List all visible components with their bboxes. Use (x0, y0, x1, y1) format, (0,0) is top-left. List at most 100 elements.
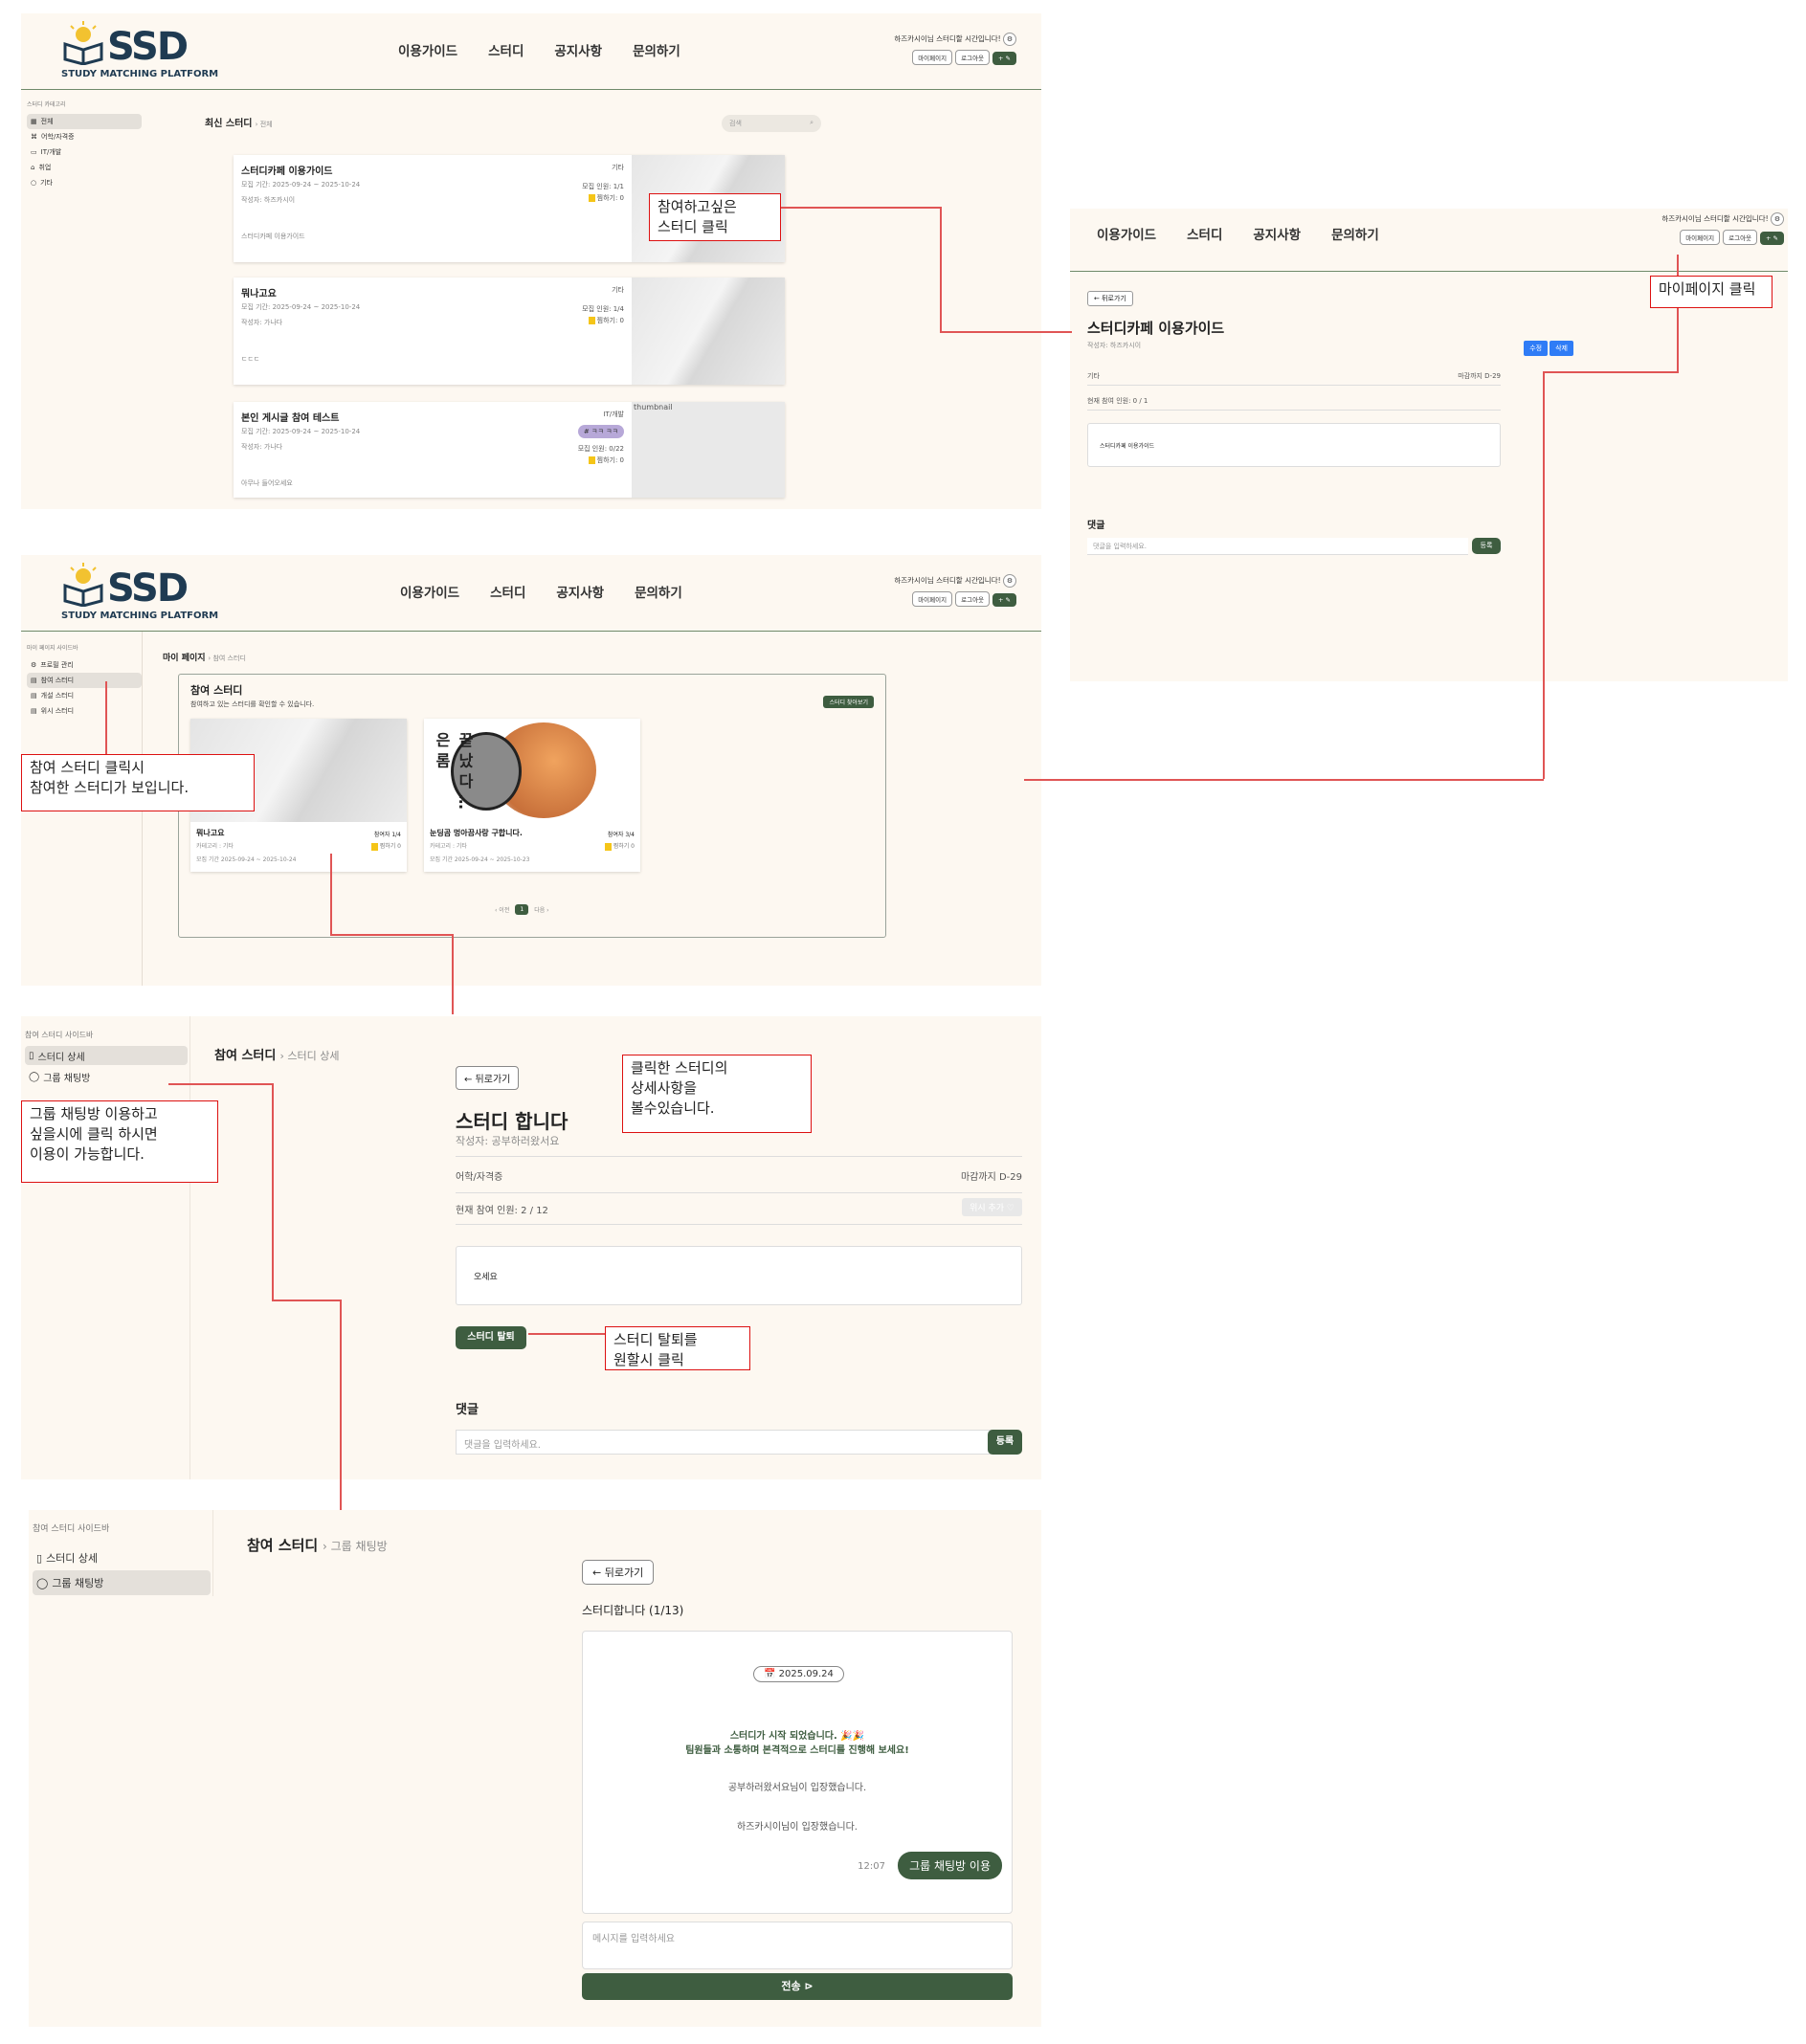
back-button[interactable]: ← 뒤로가기 (582, 1560, 655, 1585)
comment-register-button[interactable]: 등록 (988, 1430, 1022, 1455)
delete-button[interactable]: 삭제 (1550, 341, 1573, 356)
sidebar-item-label: 기타 (40, 179, 53, 187)
message-input[interactable]: 메시지를 입력하세요 (582, 1922, 1013, 1969)
bookmark-icon[interactable] (604, 842, 612, 851)
sidebar-item-chat[interactable]: ◯ 그룹 채팅방 (33, 1570, 211, 1595)
nav-guide[interactable]: 이용가이드 (400, 582, 459, 601)
main-nav: 이용가이드 스터디 공지사항 문의하기 (400, 582, 682, 601)
group-chat-screen: 참여 스터디 사이드바 ▯ 스터디 상세 ◯ 그룹 채팅방 참여 스터디 › 그룹 … (29, 1510, 1041, 2027)
mypage-button[interactable]: 마이페이지 (912, 50, 953, 65)
sidebar-item-chat[interactable]: ◯ 그룹 채팅방 (25, 1065, 188, 1088)
logout-button[interactable]: 로그아웃 (955, 591, 991, 607)
logo-text: SSD (107, 25, 189, 69)
joined-sidebar: 참여 스터디 사이드바 ▯ 스터디 상세 ◯ 그룹 채팅방 (33, 1522, 211, 1595)
sidebar-item-it[interactable]: ▭ IT/개발 (27, 144, 142, 160)
comment-placeholder: 댓글을 입력하세요. (1093, 543, 1147, 550)
wish-button[interactable]: 위시 추가 ♡ (962, 1198, 1022, 1216)
deadline-text: 마감까지 D-29 (960, 1172, 1022, 1183)
main-nav: 이용가이드 스터디 공지사항 문의하기 (398, 40, 680, 59)
book-icon: ▯ (29, 1050, 34, 1061)
join-notice: 하즈카시이님이 입장했습니다. (737, 1822, 858, 1833)
sidebar-item-language[interactable]: ⌘ 어학/자격증 (27, 129, 142, 144)
sidebar-item-detail[interactable]: ▯ 스터디 상세 (33, 1545, 211, 1570)
settings-icon[interactable]: ⚙ (1003, 33, 1016, 46)
breadcrumb-main: 참여 스터디 (247, 1537, 319, 1554)
write-button[interactable]: + ✎ (992, 593, 1016, 607)
edit-button[interactable]: 수정 (1524, 341, 1549, 356)
breadcrumb-sub: 전체 (259, 121, 273, 128)
write-button[interactable]: + ✎ (992, 52, 1016, 65)
nav-notice[interactable]: 공지사항 (556, 582, 604, 601)
sidebar-item-label: 전체 (40, 118, 54, 125)
nav-contact[interactable]: 문의하기 (635, 582, 682, 601)
logo-text: SSD (107, 567, 189, 611)
site-header: SSD STUDY MATCHING PLATFORM 이용가이드 스터디 공지… (21, 555, 1041, 632)
join-notice: 공부하러왔서요님이 입장했습니다. (727, 1783, 867, 1793)
leave-study-button[interactable]: 스터디 탈퇴 (456, 1326, 526, 1349)
sidebar-item-all[interactable]: ▦ 전체 (27, 114, 142, 129)
logout-button[interactable]: 로그아웃 (955, 50, 991, 65)
nav-guide[interactable]: 이용가이드 (1097, 224, 1156, 243)
card-likes: 찜하기 0 (604, 841, 635, 851)
card-thumbnail: thumbnail (632, 402, 785, 498)
search-input[interactable]: 검색 ⌕ (722, 115, 821, 132)
main-nav: 이용가이드 스터디 공지사항 문의하기 (1097, 224, 1379, 243)
connector-line (105, 681, 107, 754)
nav-study[interactable]: 스터디 (490, 582, 525, 601)
back-button[interactable]: ← 뒤로가기 (456, 1066, 520, 1090)
nav-contact[interactable]: 문의하기 (633, 40, 680, 59)
card-period: 모집 기간 2025-09-24 ~ 2025-10-24 (196, 856, 297, 863)
mypage-button[interactable]: 마이페이지 (912, 591, 953, 607)
comment-input[interactable]: 댓글을 입력하세요. (456, 1430, 992, 1455)
joined-study-card[interactable]: 끝 났 다 … 은 롬 눈딩곰 멍아끔사랑 구합니다. 참여자 3/4 카테고리… (424, 719, 640, 872)
nav-notice[interactable]: 공지사항 (554, 40, 602, 59)
pager-prev[interactable]: ‹ 이전 (495, 905, 509, 914)
study-card[interactable]: thumbnail 본인 게시글 참여 테스트 모집 기간: 2025-09-2… (234, 402, 785, 498)
category-text: 기타 (1087, 372, 1100, 380)
comment-input[interactable]: 댓글을 입력하세요. (1087, 538, 1468, 555)
sidebar-item-wish[interactable]: ▤ 위시 스터디 (27, 703, 142, 719)
mypage-sidebar: 마이 페이지 사이드바 ⚙ 프로필 관리 ▤ 참여 스터디 ▤ 개설 스터디 ▤ 위시 … (27, 643, 142, 719)
search-icon[interactable]: ⌕ (810, 119, 814, 127)
card-likes: 찜하기: 0 (588, 193, 624, 203)
comment-placeholder: 댓글을 입력하세요. (464, 1440, 541, 1451)
sidebar-item-etc[interactable]: ○ 기타 (27, 175, 142, 190)
card-title: 뭐나고요 (241, 289, 277, 300)
card-likes: 찜하기: 0 (588, 316, 624, 325)
bookmark-icon[interactable] (588, 194, 595, 202)
bookmark-icon[interactable] (588, 456, 595, 464)
comment-register-button[interactable]: 등록 (1472, 538, 1501, 554)
card-author: 작성자: 가나다 (241, 319, 283, 326)
send-button[interactable]: 전송 ⊳ (582, 1973, 1013, 2000)
nav-study[interactable]: 스터디 (1187, 224, 1222, 243)
settings-icon[interactable]: ⚙ (1003, 574, 1016, 588)
write-button[interactable]: + ✎ (1760, 232, 1784, 245)
mypage-button[interactable]: 마이페이지 (1680, 230, 1721, 245)
nav-study[interactable]: 스터디 (488, 40, 524, 59)
logo[interactable]: SSD STUDY MATCHING PLATFORM (61, 561, 218, 630)
sidebar-item-joined[interactable]: ▤ 참여 스터디 (27, 673, 142, 688)
bookmark-icon[interactable] (370, 842, 378, 851)
find-study-button[interactable]: 스터디 찾아보기 (823, 696, 874, 708)
edit-delete-group: 수정 삭제 (1524, 341, 1573, 356)
logout-button[interactable]: 로그아웃 (1723, 230, 1758, 245)
study-card[interactable]: 뭐나고요 모집 기간: 2025-09-24 ~ 2025-10-24 작성자:… (234, 278, 785, 385)
sidebar-item-job[interactable]: ⌂ 취업 (27, 160, 142, 175)
settings-icon[interactable]: ⚙ (1771, 212, 1784, 226)
pager-next[interactable]: 다음 › (534, 905, 548, 914)
card-likes-label: 찜하기 0 (379, 843, 401, 850)
nav-contact[interactable]: 문의하기 (1331, 224, 1379, 243)
card-image: 끝 났 다 … 은 롬 (424, 719, 640, 822)
nav-notice[interactable]: 공지사항 (1253, 224, 1301, 243)
annotation-click-study: 참여하고싶은 스터디 클릭 (649, 193, 781, 241)
nav-guide[interactable]: 이용가이드 (398, 40, 457, 59)
card-title: 뭐나고요 (196, 829, 225, 837)
pager-current[interactable]: 1 (515, 904, 529, 915)
sidebar-item-profile[interactable]: ⚙ 프로필 관리 (27, 657, 142, 673)
logo[interactable]: SSD STUDY MATCHING PLATFORM (61, 19, 218, 88)
sidebar-item-created[interactable]: ▤ 개설 스터디 (27, 688, 142, 703)
bookmark-icon[interactable] (588, 317, 595, 324)
back-button[interactable]: ← 뒤로가기 (1087, 291, 1133, 306)
sidebar-item-detail[interactable]: ▯ 스터디 상세 (25, 1046, 188, 1065)
content-box: 오세요 (456, 1246, 1022, 1305)
